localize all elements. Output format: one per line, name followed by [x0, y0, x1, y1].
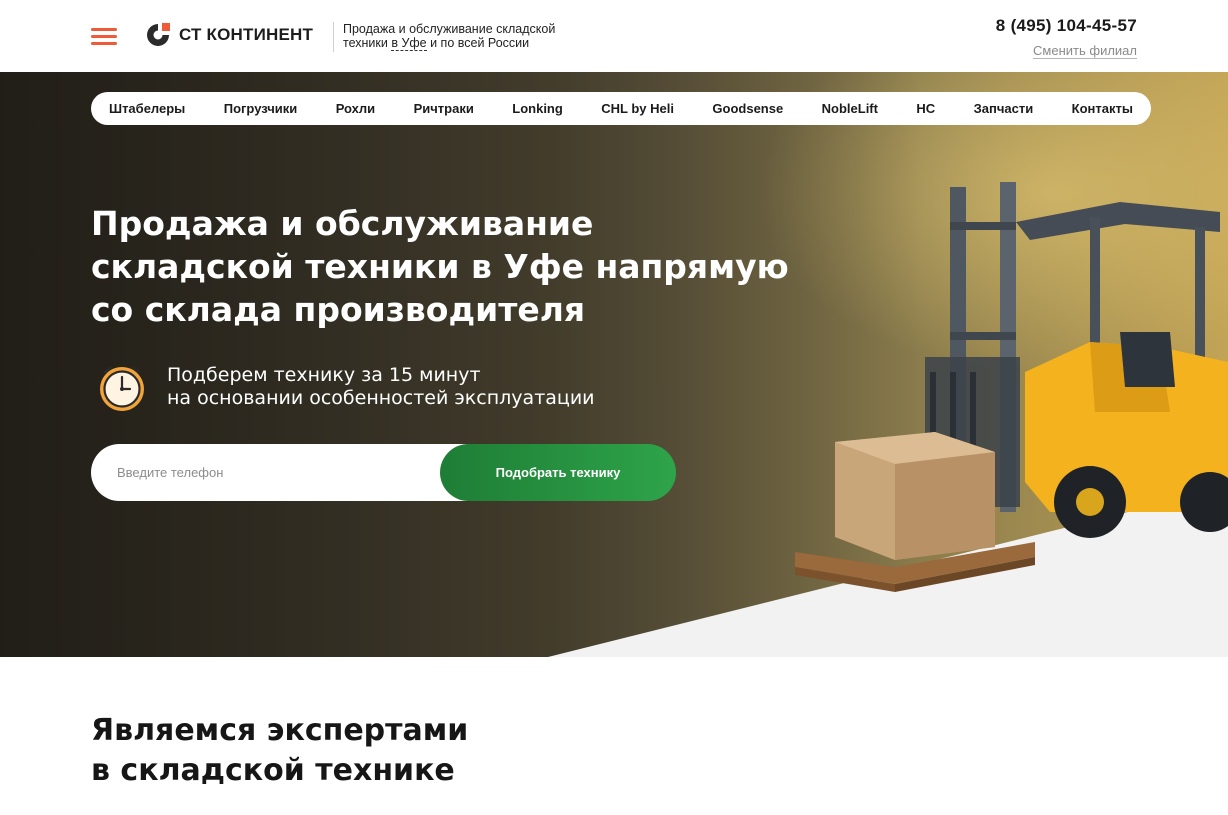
change-branch-link[interactable]: Сменить филиал: [1033, 44, 1137, 59]
hero-title: Продажа и обслуживание складской техники…: [91, 202, 851, 331]
nav-item-spare-parts[interactable]: Запчасти: [974, 101, 1034, 116]
experts-title-line-1: Являемся экспертами: [91, 713, 469, 748]
header-phone-link[interactable]: 8 (495) 104-45-57: [996, 16, 1137, 36]
hero-perk-text: Подберем технику за 15 минут на основани…: [167, 364, 595, 410]
main-nav: Штабелеры Погрузчики Рохли Ричтраки Lonk…: [91, 92, 1151, 125]
hero-title-line-3: со склада производителя: [91, 290, 586, 329]
nav-item-lonking[interactable]: Lonking: [512, 101, 563, 116]
nav-item-forklifts[interactable]: Погрузчики: [224, 101, 298, 116]
burger-bar: [91, 35, 117, 38]
tagline-line-2: техники в Уфе и по всей России: [343, 36, 555, 51]
tagline-suffix: и по всей России: [426, 36, 530, 50]
logo-text: СТ КОНТИНЕНТ: [179, 25, 314, 44]
phone-input[interactable]: [91, 444, 491, 501]
nav-item-pallet-jacks[interactable]: Рохли: [336, 101, 375, 116]
hamburger-menu-icon[interactable]: [91, 26, 117, 46]
hero-title-line-1: Продажа и обслуживание: [91, 204, 594, 243]
logo-mark-icon: [147, 23, 170, 46]
logo[interactable]: СТ КОНТИНЕНТ: [143, 20, 313, 50]
burger-bar: [91, 42, 117, 45]
select-equipment-button[interactable]: Подобрать технику: [440, 444, 676, 501]
nav-item-chl-by-heli[interactable]: CHL by Heli: [601, 101, 674, 116]
tagline-prefix: техники: [343, 36, 392, 50]
perk-line-1: Подберем технику за 15 минут: [167, 364, 481, 386]
nav-item-contacts[interactable]: Контакты: [1072, 101, 1133, 116]
city-selector-link[interactable]: в Уфе: [391, 36, 427, 51]
hero-title-line-2: складской техники в Уфе напрямую: [91, 247, 789, 286]
perk-line-2: на основании особенностей эксплуатации: [167, 387, 595, 409]
nav-item-hc[interactable]: HC: [916, 101, 935, 116]
burger-bar: [91, 28, 117, 31]
nav-item-noblelift[interactable]: NobleLift: [822, 101, 878, 116]
nav-item-stackers[interactable]: Штабелеры: [109, 101, 185, 116]
nav-item-reach-trucks[interactable]: Ричтраки: [414, 101, 474, 116]
site-header: СТ КОНТИНЕНТ Продажа и обслуживание скла…: [0, 0, 1228, 72]
nav-item-goodsense[interactable]: Goodsense: [712, 101, 783, 116]
forklift-with-box-image: [795, 182, 1228, 592]
experts-title-line-2: в складской технике: [91, 753, 455, 788]
hero-section: Штабелеры Погрузчики Рохли Ричтраки Lonk…: [0, 72, 1228, 657]
phone-request-form: Подобрать технику: [91, 444, 676, 501]
experts-section-title: Являемся экспертами в складской технике: [91, 711, 468, 791]
tagline-line-1: Продажа и обслуживание складской: [343, 22, 556, 36]
header-tagline: Продажа и обслуживание складской техники…: [333, 22, 555, 52]
alarm-clock-icon: [100, 366, 144, 411]
